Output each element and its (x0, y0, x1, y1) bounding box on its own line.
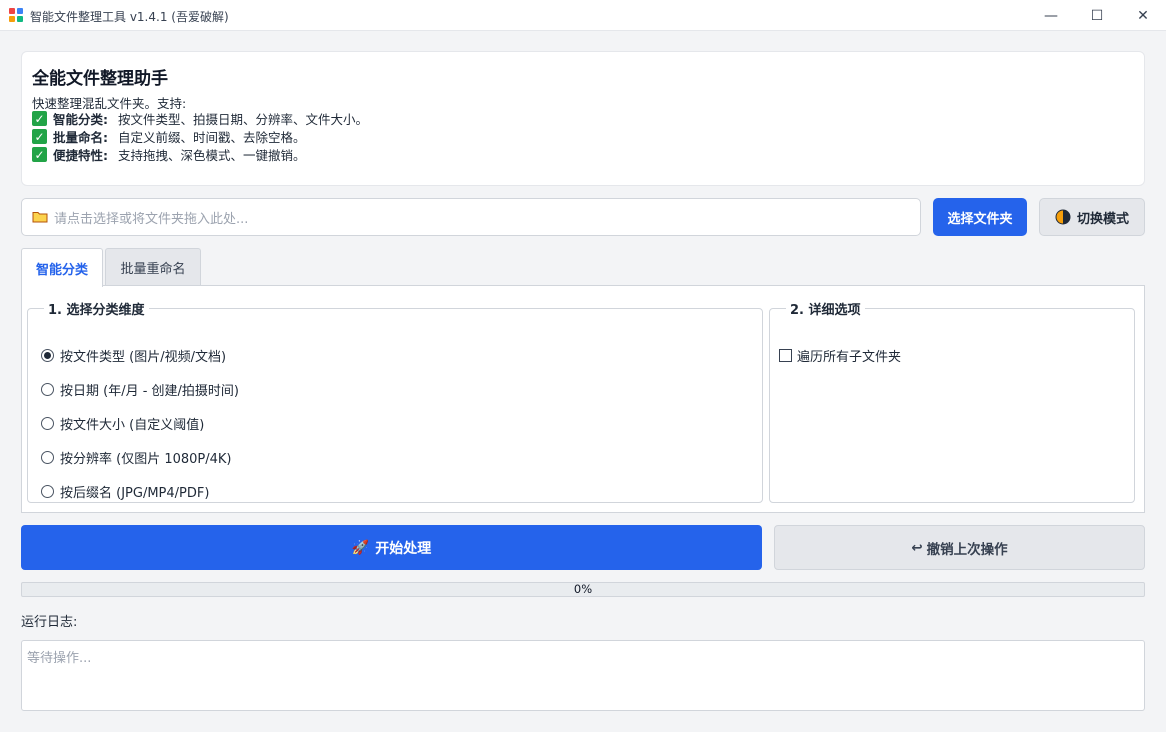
feature-name: 便捷特性: (53, 148, 108, 163)
tab-panel: 1. 选择分类维度 按文件类型 (图片/视频/文档) 按日期 (年/月 - 创建… (21, 285, 1145, 513)
checkbox[interactable] (779, 349, 792, 362)
rocket-icon: 🚀 (351, 539, 370, 556)
radio-label: 按后缀名 (JPG/MP4/PDF) (60, 486, 210, 501)
group-title: 2. 详细选项 (790, 303, 861, 318)
path-placeholder: 请点击选择或将文件夹拖入此处... (54, 211, 249, 227)
radio-option-resolution[interactable]: 按分辨率 (仅图片 1080P/4K) (41, 448, 232, 467)
radio-label: 按分辨率 (仅图片 1080P/4K) (60, 452, 232, 467)
toggle-mode-button[interactable]: 切换模式 (1039, 198, 1145, 236)
check-mark-icon: ✓ (32, 129, 47, 144)
undo-icon: ↩ (911, 539, 923, 556)
radio-button[interactable] (41, 485, 54, 498)
group-title: 1. 选择分类维度 (48, 303, 145, 318)
progress-text: 0% (573, 582, 593, 596)
close-button[interactable]: ✕ (1120, 0, 1166, 31)
minimize-button[interactable]: — (1028, 0, 1074, 31)
feature-name: 智能分类: (53, 112, 108, 127)
folder-path-input[interactable]: 请点击选择或将文件夹拖入此处... (21, 198, 921, 236)
classify-dimension-group: 1. 选择分类维度 按文件类型 (图片/视频/文档) 按日期 (年/月 - 创建… (27, 299, 763, 503)
feature-item: ✓ 便捷特性: 支持拖拽、深色模式、一键撤销。 (32, 146, 306, 163)
tab-smart-classify[interactable]: 智能分类 (21, 248, 103, 287)
info-heading: 全能文件整理助手 (32, 69, 168, 89)
feature-name: 批量命名: (53, 130, 108, 145)
start-label: 开始处理 (375, 540, 432, 557)
undo-label: 撤销上次操作 (926, 541, 1008, 558)
folder-icon (32, 212, 48, 223)
feature-desc: 按文件类型、拍摄日期、分辨率、文件大小。 (118, 112, 369, 127)
radio-option-file-type[interactable]: 按文件类型 (图片/视频/文档) (41, 346, 226, 365)
window-title: 智能文件整理工具 v1.4.1 (吾爱破解) (30, 10, 229, 24)
radio-label: 按文件大小 (自定义阈值) (60, 418, 205, 433)
info-panel: 全能文件整理助手 快速整理混乱文件夹。支持: ✓ 智能分类: 按文件类型、拍摄日… (21, 51, 1145, 186)
radio-option-size[interactable]: 按文件大小 (自定义阈值) (41, 414, 204, 433)
feature-item: ✓ 智能分类: 按文件类型、拍摄日期、分辨率、文件大小。 (32, 110, 368, 127)
select-folder-button[interactable]: 选择文件夹 (933, 198, 1027, 236)
radio-option-date[interactable]: 按日期 (年/月 - 创建/拍摄时间) (41, 380, 239, 399)
app-icon (9, 8, 23, 22)
toggle-mode-label: 切换模式 (1076, 211, 1129, 227)
tab-batch-rename[interactable]: 批量重命名 (105, 248, 201, 286)
feature-item: ✓ 批量命名: 自定义前缀、时间戳、去除空格。 (32, 128, 306, 145)
radio-button[interactable] (41, 451, 54, 464)
radio-option-extension[interactable]: 按后缀名 (JPG/MP4/PDF) (41, 482, 209, 501)
detail-options-group: 2. 详细选项 遍历所有子文件夹 (769, 299, 1135, 503)
radio-label: 按文件类型 (图片/视频/文档) (60, 350, 227, 365)
check-mark-icon: ✓ (32, 111, 47, 126)
feature-desc: 支持拖拽、深色模式、一键撤销。 (118, 148, 306, 163)
radio-button[interactable] (41, 349, 54, 362)
title-bar: 智能文件整理工具 v1.4.1 (吾爱破解) — ☐ ✕ (0, 0, 1166, 31)
undo-last-button[interactable]: ↩ 撤销上次操作 (774, 525, 1145, 570)
checkbox-label: 遍历所有子文件夹 (797, 350, 902, 365)
progress-bar: 0% (21, 582, 1145, 597)
recurse-subfolders-option[interactable]: 遍历所有子文件夹 (779, 346, 901, 365)
radio-button[interactable] (41, 383, 54, 396)
radio-label: 按日期 (年/月 - 创建/拍摄时间) (60, 384, 239, 399)
radio-button[interactable] (41, 417, 54, 430)
log-content: 等待操作... (27, 651, 92, 666)
maximize-button[interactable]: ☐ (1074, 0, 1120, 31)
log-label: 运行日志: (21, 615, 78, 630)
start-processing-button[interactable]: 🚀 开始处理 (21, 525, 762, 570)
log-textarea[interactable]: 等待操作... (21, 640, 1145, 711)
check-mark-icon: ✓ (32, 147, 47, 162)
theme-toggle-icon (1055, 209, 1071, 225)
feature-desc: 自定义前缀、时间戳、去除空格。 (118, 130, 306, 145)
